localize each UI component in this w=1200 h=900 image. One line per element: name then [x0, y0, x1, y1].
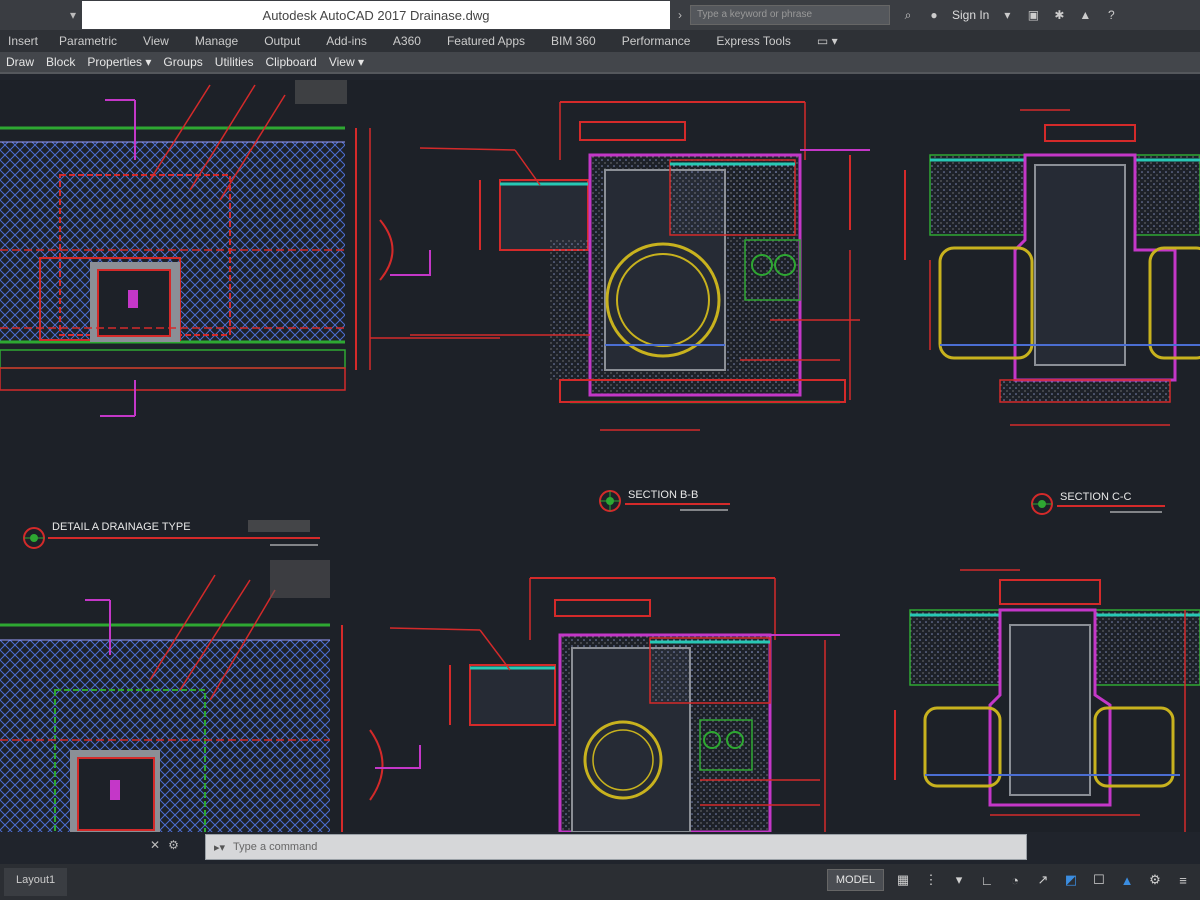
ribbon-tab-view[interactable]: View — [130, 34, 182, 48]
quick-access-toolbar[interactable]: ▾ — [0, 0, 82, 30]
panel-utilities[interactable]: Utilities — [209, 55, 260, 69]
ribbon-tab-performance[interactable]: Performance — [609, 34, 704, 48]
close-icon[interactable]: ✕ — [150, 838, 160, 858]
isodraft-icon[interactable]: ↗ — [1034, 871, 1052, 889]
wrench-icon[interactable]: ⚙ — [168, 838, 179, 858]
section-c-label: SECTION C-C — [1031, 491, 1165, 515]
panel-properties[interactable]: Properties ▾ — [81, 55, 157, 69]
panel-block[interactable]: Block — [40, 55, 81, 69]
model-space-button[interactable]: MODEL — [826, 869, 884, 891]
section-bottom-middle — [389, 577, 840, 832]
ribbon-tab-addins[interactable]: Add-ins — [313, 34, 380, 48]
ortho-icon[interactable]: ∟ — [978, 871, 996, 889]
customize-icon[interactable]: ≡ — [1174, 871, 1192, 889]
annotation-scale-icon[interactable]: ▲ — [1118, 871, 1136, 889]
sign-in-link[interactable]: Sign In — [952, 8, 989, 22]
section-b-title: SECTION B-B — [628, 489, 698, 501]
command-placeholder: Type a command — [233, 841, 318, 853]
ribbon-tab-bar: Insert Parametric View Manage Output Add… — [0, 30, 1200, 52]
grid-icon[interactable]: ▦ — [894, 871, 912, 889]
lineweight-icon[interactable]: ☐ — [1090, 871, 1108, 889]
autocad-window: ▾ Autodesk AutoCAD 2017 Drainase.dwg › T… — [0, 0, 1200, 900]
section-bottom-right — [894, 569, 1200, 832]
cart-icon[interactable]: ▣ — [1025, 7, 1041, 23]
dropdown-arrow-icon[interactable]: ▾ — [950, 871, 968, 889]
window-title: Autodesk AutoCAD 2017 Drainase.dwg — [82, 1, 670, 29]
ribbon-tab-parametric[interactable]: Parametric — [46, 34, 130, 48]
dropdown-arrow-icon[interactable]: ▾ — [70, 8, 76, 22]
snap-icon[interactable]: ⋮ — [922, 871, 940, 889]
panel-view-label: View — [328, 55, 355, 69]
detail-a-title: DETAIL A DRAINAGE TYPE — [52, 521, 191, 533]
ribbon-tab-manage[interactable]: Manage — [182, 34, 251, 48]
panel-clipboard[interactable]: Clipboard — [259, 55, 322, 69]
search-icon[interactable]: ⌕ — [900, 7, 916, 23]
ribbon-tab-bim360[interactable]: BIM 360 — [538, 34, 609, 48]
drawing-canvas[interactable]: SECTION B-B SECTION C-C DETAIL A DRAINAG… — [0, 80, 1200, 832]
command-input[interactable]: ▸▾ Type a command — [205, 834, 1027, 860]
panel-view[interactable]: View ▾ — [323, 55, 370, 69]
title-bar: ▾ Autodesk AutoCAD 2017 Drainase.dwg › T… — [0, 0, 1200, 30]
section-c-title: SECTION C-C — [1060, 491, 1132, 503]
title-bar-right: ⌕ ● Sign In ▾ ▣ ✱ ▲ ? — [900, 7, 1119, 23]
user-icon[interactable]: ● — [926, 7, 942, 23]
ribbon-tab-output[interactable]: Output — [251, 34, 313, 48]
cad-drawing[interactable]: SECTION B-B SECTION C-C DETAIL A DRAINAG… — [0, 80, 1200, 832]
exchange-apps-icon[interactable]: ✱ — [1051, 7, 1067, 23]
search-input[interactable]: Type a keyword or phrase — [690, 5, 890, 25]
panel-draw[interactable]: Draw — [0, 55, 40, 69]
section-b-label: SECTION B-B — [599, 489, 730, 512]
plan-view-bottom — [0, 560, 421, 832]
ribbon-tab-express-tools[interactable]: Express Tools — [703, 34, 803, 48]
panel-properties-label: Properties — [87, 55, 143, 69]
object-snap-icon[interactable]: ◩ — [1062, 871, 1080, 889]
polar-icon[interactable]: ◔ — [1006, 871, 1024, 889]
ribbon-tab-a360[interactable]: A360 — [380, 34, 434, 48]
dropdown-arrow-icon[interactable]: ▾ — [999, 7, 1015, 23]
window-title-text: Autodesk AutoCAD 2017 Drainase.dwg — [262, 7, 490, 23]
section-c-drawing — [904, 109, 1200, 426]
panel-groups[interactable]: Groups — [157, 55, 208, 69]
workspace-icon[interactable]: ⚙ — [1146, 871, 1164, 889]
section-b-drawing — [410, 101, 870, 431]
help-icon[interactable]: ? — [1103, 7, 1119, 23]
command-line-controls: ✕ ⚙ — [150, 838, 202, 858]
a360-icon[interactable]: ▲ — [1077, 7, 1093, 23]
status-bar: Layout1 MODEL ▦ ⋮ ▾ ∟ ◔ ↗ ◩ ☐ ▲ ⚙ ≡ — [0, 864, 1200, 900]
layout-tab[interactable]: Layout1 — [4, 868, 68, 896]
ribbon-tab-insert[interactable]: Insert — [0, 34, 46, 48]
plan-view-top — [0, 80, 500, 417]
command-prompt-icon: ▸▾ — [214, 841, 226, 854]
status-bar-tools: MODEL ▦ ⋮ ▾ ∟ ◔ ↗ ◩ ☐ ▲ ⚙ ≡ — [826, 869, 1192, 891]
chevron-icon: › — [678, 8, 682, 22]
detail-a-label: DETAIL A DRAINAGE TYPE — [23, 520, 320, 549]
ribbon-tab-featured-apps[interactable]: Featured Apps — [434, 34, 538, 48]
ribbon-panel-bar: Draw Block Properties ▾ Groups Utilities… — [0, 52, 1200, 74]
ribbon-minimize-icon[interactable]: ▭ ▾ — [804, 34, 851, 48]
